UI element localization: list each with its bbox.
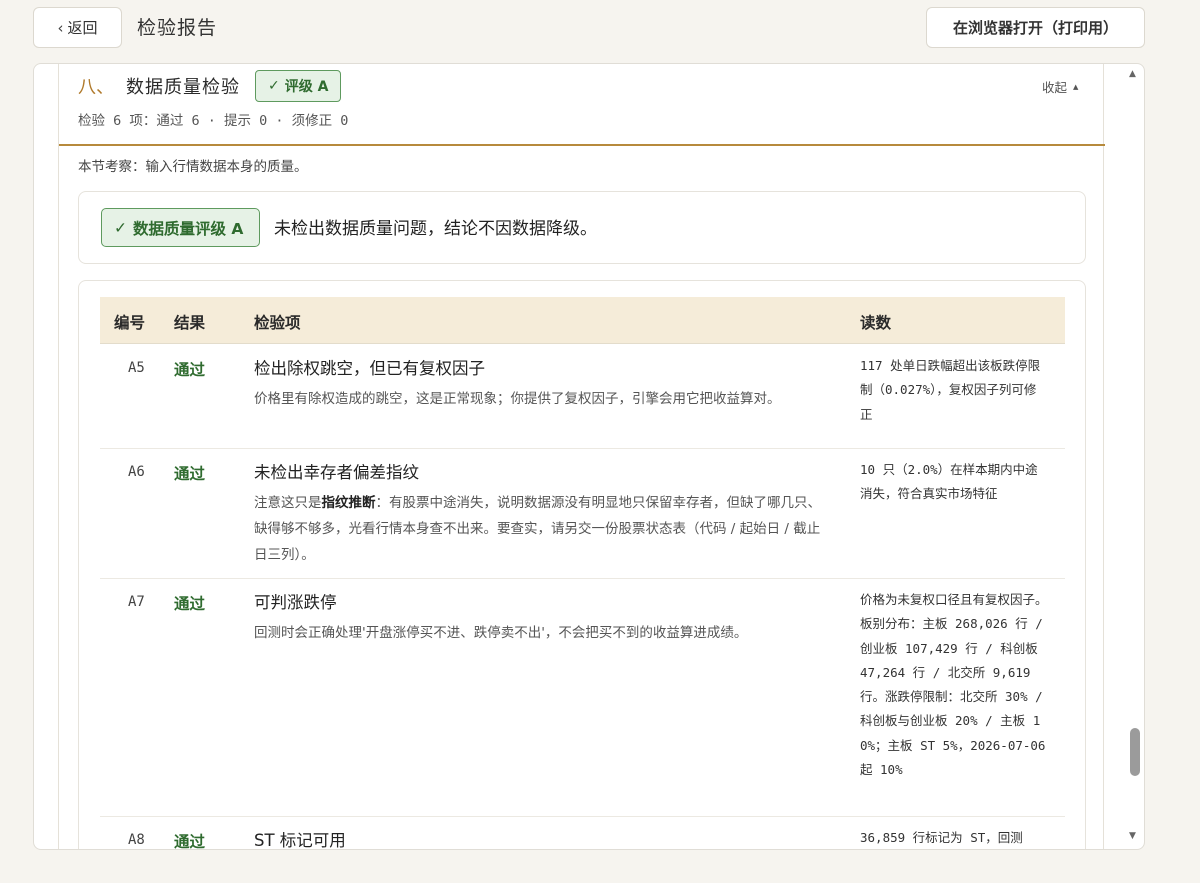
scroll-up-arrow-icon[interactable]: ▲	[1129, 69, 1136, 79]
check-result: 通过	[174, 361, 206, 379]
section-summary: 检验 6 项：通过 6 · 提示 0 · 须修正 0	[78, 113, 349, 129]
check-reading: 117 处单日跌幅超出该板跌停限制（0.027%），复权因子列可修正	[860, 358, 1041, 422]
section-header[interactable]: 八、 数据质量检验 ✓ 评级 A 检验 6 项：通过 6 · 提示 0 · 须修…	[59, 64, 1105, 146]
check-item: 未检出幸存者偏差指纹 注意这只是指纹推断：有股票中途消失，说明数据源没有明显地只…	[254, 461, 829, 568]
section-description: 本节考察：输入行情数据本身的质量。	[78, 159, 308, 175]
grade-badge: ✓ 评级 A	[255, 70, 342, 102]
check-title: 检出除权跳空，但已有复权因子	[254, 359, 485, 378]
table-row: A8 通过 ST 标记可用 36,859 行标记为 ST，回测	[100, 817, 1065, 850]
open-in-browser-button[interactable]: 在浏览器打开（打印用）	[926, 7, 1145, 48]
collapse-label: 收起	[1042, 80, 1068, 95]
verdict-badge: ✓ 数据质量评级 A	[101, 208, 261, 247]
check-icon: ✓	[114, 218, 127, 237]
check-title: 可判涨跌停	[254, 593, 337, 612]
check-item: ST 标记可用	[254, 829, 829, 850]
back-button-label: 返回	[67, 19, 98, 37]
table-row: A7 通过 可判涨跌停 回测时会正确处理'开盘涨停买不进、跌停卖不出'，不会把买…	[100, 579, 1065, 817]
check-icon: ✓	[268, 78, 280, 94]
column-header-item: 检验项	[254, 314, 301, 332]
check-description: 回测时会正确处理'开盘涨停买不进、跌停卖不出'，不会把买不到的收益算进成绩。	[254, 625, 748, 641]
report-panel[interactable]: 八、 数据质量检验 ✓ 评级 A 检验 6 项：通过 6 · 提示 0 · 须修…	[33, 63, 1145, 850]
check-title: 未检出幸存者偏差指纹	[254, 463, 419, 482]
check-id: A5	[128, 360, 145, 376]
check-id: A8	[128, 832, 145, 848]
top-bar: ‹ 返回 检验报告 在浏览器打开（打印用）	[0, 0, 1200, 62]
column-header-reading: 读数	[860, 314, 892, 332]
verdict-card: ✓ 数据质量评级 A 未检出数据质量问题，结论不因数据降级。	[78, 191, 1086, 264]
check-description: 注意这只是指纹推断：有股票中途消失，说明数据源没有明显地只保留幸存者，但缺了哪几…	[254, 495, 821, 563]
check-reading: 36,859 行标记为 ST，回测	[860, 830, 1023, 845]
check-item: 可判涨跌停 回测时会正确处理'开盘涨停买不进、跌停卖不出'，不会把买不到的收益算…	[254, 591, 829, 646]
section-title: 数据质量检验	[126, 77, 240, 98]
check-item: 检出除权跳空，但已有复权因子 价格里有除权造成的跳空，这是正常现象；你提供了复权…	[254, 357, 829, 412]
check-description: 价格里有除权造成的跳空，这是正常现象；你提供了复权因子，引擎会用它把收益算对。	[254, 391, 781, 407]
page-title: 检验报告	[137, 17, 218, 39]
scroll-thumb[interactable]	[1130, 728, 1140, 776]
check-result: 通过	[174, 465, 206, 483]
table-header: 编号 结果 检验项 读数	[100, 297, 1065, 344]
column-header-id: 编号	[114, 314, 146, 332]
chevron-left-icon: ‹	[57, 18, 64, 37]
checks-table: 编号 结果 检验项 读数 A5 通过 检出除权跳空，但已有复权因子 价格里有除权…	[78, 280, 1086, 850]
scroll-down-arrow-icon[interactable]: ▼	[1129, 831, 1136, 841]
check-result: 通过	[174, 595, 206, 613]
check-reading: 价格为未复权口径且有复权因子。板别分布：主板 268,026 行 / 创业板 1…	[860, 592, 1048, 778]
table-row: A5 通过 检出除权跳空，但已有复权因子 价格里有除权造成的跳空，这是正常现象；…	[100, 345, 1065, 449]
table-row: A6 通过 未检出幸存者偏差指纹 注意这只是指纹推断：有股票中途消失，说明数据源…	[100, 449, 1065, 579]
triangle-up-icon: ▲	[1073, 82, 1079, 91]
check-result: 通过	[174, 833, 206, 850]
verdict-badge-label: 数据质量评级 A	[133, 219, 244, 238]
check-id: A7	[128, 594, 145, 610]
check-title: ST 标记可用	[254, 831, 346, 850]
collapse-button[interactable]: 收起 ▲	[1042, 77, 1078, 96]
section-number: 八、	[78, 77, 114, 98]
check-reading: 10 只（2.0%）在样本期内中途消失，符合真实市场特征	[860, 462, 1038, 502]
verdict-text: 未检出数据质量问题，结论不因数据降级。	[274, 219, 597, 239]
column-header-result: 结果	[174, 314, 206, 332]
back-button[interactable]: ‹ 返回	[33, 7, 122, 48]
check-id: A6	[128, 464, 145, 480]
vertical-scrollbar[interactable]: ▲ ▼	[1124, 64, 1144, 849]
grade-badge-label: 评级 A	[284, 79, 329, 95]
data-quality-section: 八、 数据质量检验 ✓ 评级 A 检验 6 项：通过 6 · 提示 0 · 须修…	[58, 64, 1105, 850]
